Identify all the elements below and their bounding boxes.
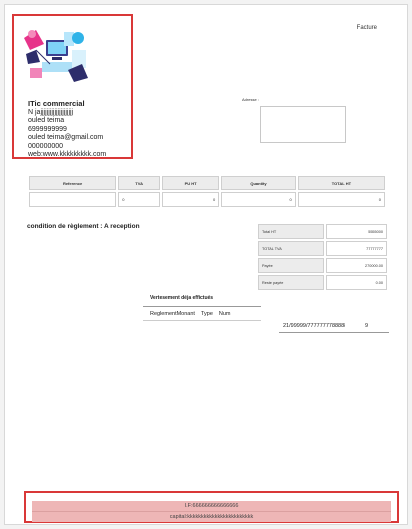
cell-total-ht: 0 bbox=[297, 192, 385, 207]
payments-row-divider bbox=[279, 332, 389, 333]
table-row: 0 0 0 0 bbox=[29, 192, 385, 207]
total-ht-value: 5555000 bbox=[325, 224, 387, 239]
totals-table: Total HT 5555000 TOTAL TVA 77777777 Payé… bbox=[256, 222, 389, 292]
header-pu-ht: PU HT bbox=[162, 176, 220, 190]
company-details: ITic commercial N jajjjjjjjjjjjjjjjjjjjj… bbox=[28, 99, 107, 160]
footer-box: I.F:666666666666666 capital:kkkkkkkkkkkk… bbox=[24, 491, 399, 523]
document-title: Facture bbox=[356, 25, 377, 31]
address-field[interactable] bbox=[260, 106, 346, 143]
total-tva-label: TOTAL TVA bbox=[258, 241, 324, 256]
header-total-ht: TOTAL HT bbox=[297, 176, 385, 190]
paid-value: 270000.00 bbox=[325, 258, 387, 273]
address-label: Adresse : bbox=[242, 97, 259, 102]
company-owner: ouled teima bbox=[28, 117, 65, 124]
invoice-page: Facture ITic commercial N jajjjjjjjjjjjj… bbox=[4, 4, 408, 525]
footer-capital: capital:kkkkkkkkkkkkkkkkkkkkkkkk bbox=[32, 512, 391, 522]
header-reference: Reference bbox=[29, 176, 117, 190]
payments-header-divider bbox=[143, 320, 261, 321]
company-name: ITic commercial bbox=[28, 99, 85, 108]
footer-fiscal-id: I.F:666666666666666 bbox=[32, 501, 391, 512]
payments-title: Vertesement déja effictués bbox=[150, 295, 214, 301]
remaining-value: 0.00 bbox=[325, 275, 387, 290]
total-ht-label: Total HT bbox=[258, 224, 324, 239]
items-table: Reference TVA PU HT Quantity TOTAL HT 0 … bbox=[27, 174, 387, 209]
company-web: web:www.kkkkkkkkk.com bbox=[28, 151, 107, 158]
payments-divider bbox=[143, 306, 261, 307]
payment-num: 9 bbox=[365, 323, 369, 329]
totals-row: Total HT 5555000 bbox=[258, 224, 387, 239]
company-fax: 000000000 bbox=[28, 142, 64, 150]
payment-conditions: condition de règlement : A reception bbox=[27, 223, 140, 230]
payments-header-num: Num bbox=[218, 311, 231, 317]
payments-header-type: Type bbox=[200, 311, 213, 317]
remaining-label: Reste payée bbox=[258, 275, 324, 290]
company-logo-illustration bbox=[24, 30, 88, 82]
cell-reference bbox=[29, 192, 117, 207]
totals-row: Reste payée 0.00 bbox=[258, 275, 387, 290]
header-tva: TVA bbox=[118, 176, 161, 190]
total-tva-value: 77777777 bbox=[325, 241, 387, 256]
company-email: ouled teima@gmail.com bbox=[28, 134, 104, 141]
payments-header: ReglementMonant Type Num bbox=[150, 311, 237, 317]
totals-row: TOTAL TVA 77777777 bbox=[258, 241, 387, 256]
list-item: 21/99999/77777777888888 9 bbox=[283, 323, 368, 329]
company-phone: 6999999999 bbox=[28, 125, 67, 133]
cell-pu-ht: 0 bbox=[162, 192, 220, 207]
paid-label: Payée bbox=[258, 258, 324, 273]
items-table-header: Reference TVA PU HT Quantity TOTAL HT bbox=[29, 176, 385, 190]
company-line1: N jajjjjjjjjjjjjjjjjjjjjj bbox=[28, 108, 74, 116]
cell-quantity: 0 bbox=[221, 192, 296, 207]
company-info-box: ITic commercial N jajjjjjjjjjjjjjjjjjjjj… bbox=[12, 14, 133, 159]
cell-tva: 0 bbox=[118, 192, 161, 207]
totals-row: Payée 270000.00 bbox=[258, 258, 387, 273]
header-quantity: Quantity bbox=[221, 176, 296, 190]
payment-amount: 21/99999/77777777888888 bbox=[283, 323, 345, 329]
payments-header-amount: ReglementMonant bbox=[150, 311, 195, 317]
